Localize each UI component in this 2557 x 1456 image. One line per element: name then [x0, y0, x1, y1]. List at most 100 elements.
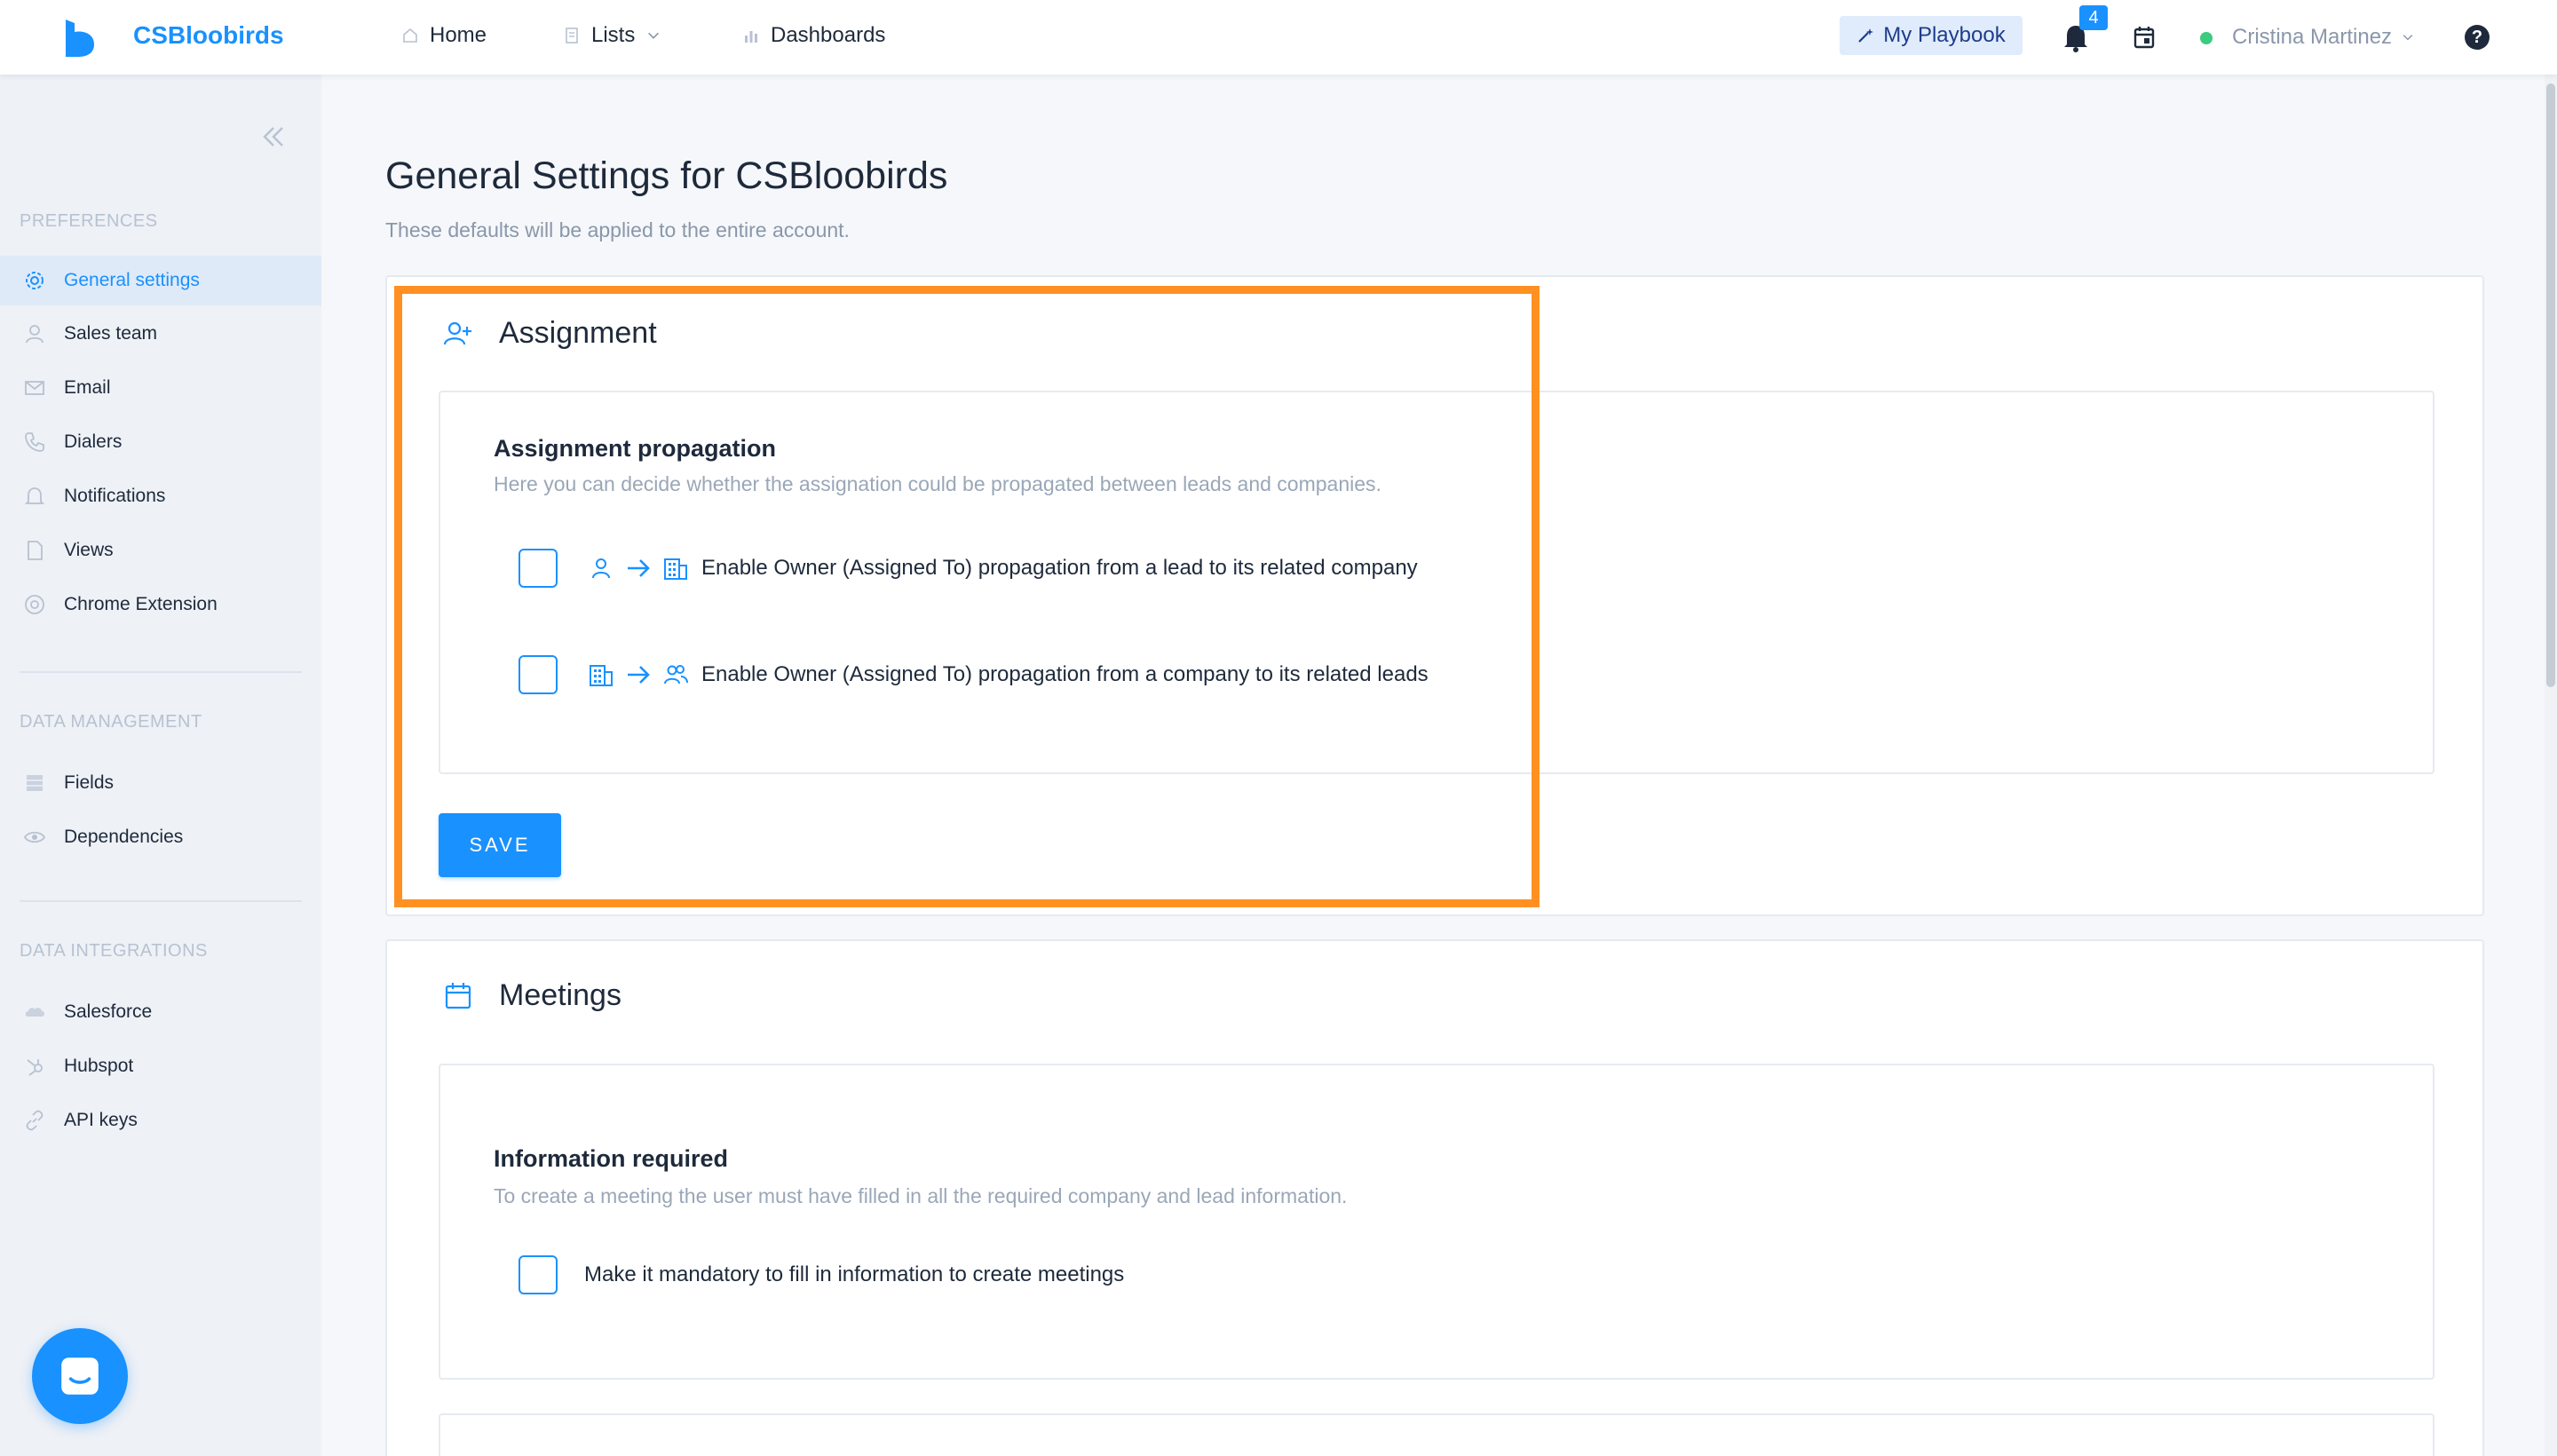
sidebar-item-general-settings[interactable]: General settings: [0, 256, 321, 305]
nav-lists-label: Lists: [591, 23, 636, 47]
brand-name[interactable]: CSBloobirds: [133, 21, 284, 50]
person-icon: [592, 558, 610, 579]
sidebar-item-label: Views: [64, 540, 114, 560]
nav-home[interactable]: Home: [401, 23, 487, 48]
chevron-down-icon: [2403, 35, 2413, 41]
save-button[interactable]: SAVE: [439, 813, 561, 877]
sidebar-item-notifications[interactable]: Notifications: [0, 471, 321, 521]
company-to-leads-label: Enable Owner (Assigned To) propagation f…: [701, 662, 1429, 686]
meetings-card: Meetings Information required To create …: [385, 939, 2484, 1456]
list-icon: [566, 28, 578, 44]
information-required-panel: Information required To create a meeting…: [439, 1064, 2434, 1380]
chrome-icon: [25, 595, 44, 614]
information-required-title: Information required: [494, 1145, 729, 1172]
sidebar-item-dependencies[interactable]: Dependencies: [0, 812, 321, 862]
sidebar-item-fields[interactable]: Fields: [0, 758, 321, 808]
my-playbook-button[interactable]: My Playbook: [1840, 16, 2023, 55]
chat-icon: [61, 1357, 99, 1395]
nav-dashboards-label: Dashboards: [771, 23, 886, 47]
sidebar-item-label: Chrome Extension: [64, 594, 218, 614]
sidebar-divider: [20, 671, 302, 673]
mail-icon: [25, 381, 44, 395]
sidebar-item-salesforce[interactable]: Salesforce: [0, 987, 321, 1037]
lead-to-company-icons: [588, 555, 689, 582]
assignment-card: Assignment Assignment propagation Here y…: [385, 275, 2484, 916]
mandatory-info-option[interactable]: Make it mandatory to fill in information…: [519, 1255, 1124, 1294]
user-icon: [26, 325, 44, 344]
information-required-description: To create a meeting the user must have f…: [494, 1184, 1348, 1207]
assignment-header: Assignment: [442, 316, 657, 351]
sidebar-item-label: Sales team: [64, 323, 158, 344]
people-icon: [664, 665, 688, 684]
nav-dashboards[interactable]: Dashboards: [742, 23, 885, 48]
company-to-leads-option[interactable]: Enable Owner (Assigned To) propagation f…: [519, 655, 1429, 694]
page-title: General Settings for CSBloobirds: [385, 154, 948, 197]
sidebar-item-hubspot[interactable]: Hubspot: [0, 1041, 321, 1091]
lead-to-company-checkbox[interactable]: [519, 549, 558, 588]
arrow-right-icon: [628, 559, 650, 577]
sidebar-item-sales-team[interactable]: Sales team: [0, 309, 321, 359]
document-icon: [28, 541, 43, 560]
lead-to-company-option[interactable]: Enable Owner (Assigned To) propagation f…: [519, 549, 1418, 588]
section-title-data-integrations: DATA INTEGRATIONS: [20, 941, 208, 961]
sidebar-item-api-keys[interactable]: API keys: [0, 1096, 321, 1145]
sidebar-item-label: Fields: [64, 772, 115, 793]
hubspot-icon: [27, 1059, 43, 1076]
eye-icon: [23, 831, 46, 843]
assignment-propagation-panel: Assignment propagation Here you can deci…: [439, 391, 2434, 774]
sidebar-item-label: Email: [64, 377, 111, 398]
nav-lists[interactable]: Lists: [563, 23, 661, 48]
mandatory-info-label: Make it mandatory to fill in information…: [584, 1262, 1125, 1286]
section-title-preferences: PREFERENCES: [20, 211, 158, 231]
sidebar-item-label: Dialers: [64, 431, 123, 452]
calendar-icon: [445, 982, 471, 1009]
sidebar-item-chrome-extension[interactable]: Chrome Extension: [0, 580, 321, 629]
page-subtitle: These defaults will be applied to the en…: [385, 218, 850, 241]
salesforce-cloud-icon: [25, 1008, 44, 1017]
chevron-down-icon: [648, 32, 660, 39]
arrow-right-icon: [628, 666, 650, 684]
user-add-icon: [443, 321, 471, 344]
magic-wand-icon: [1858, 28, 1874, 43]
nav-home-label: Home: [430, 23, 487, 47]
assignment-title: Assignment: [499, 316, 657, 350]
sidebar-item-label: Hubspot: [64, 1056, 134, 1076]
notification-count-badge: 4: [2079, 5, 2108, 30]
help-icon[interactable]: ?: [2465, 25, 2490, 50]
sidebar-item-views[interactable]: Views: [0, 526, 321, 575]
scrollbar-thumb[interactable]: [2546, 83, 2555, 687]
sidebar-item-label: Notifications: [64, 486, 166, 506]
next-settings-panel: [439, 1413, 2434, 1456]
meetings-title: Meetings: [499, 978, 621, 1012]
user-name: Cristina Martinez: [2232, 25, 2393, 49]
bloobirds-logo[interactable]: [62, 18, 98, 57]
top-bar: CSBloobirds Home Lists Dashboards My Pla…: [0, 0, 2557, 75]
sidebar-item-email[interactable]: Email: [0, 363, 321, 413]
assignment-propagation-description: Here you can decide whether the assignat…: [494, 472, 1381, 495]
user-menu[interactable]: Cristina Martinez: [2232, 25, 2415, 50]
bell-icon: [24, 487, 45, 504]
calendar-icon[interactable]: [2133, 25, 2156, 50]
company-to-leads-checkbox[interactable]: [519, 655, 558, 694]
chat-launcher-button[interactable]: [32, 1328, 128, 1424]
sidebar-item-dialers[interactable]: Dialers: [0, 417, 321, 467]
sidebar-divider: [20, 900, 302, 902]
section-title-data-management: DATA MANAGEMENT: [20, 712, 202, 732]
sidebar-item-label: General settings: [64, 270, 200, 290]
building-icon: [664, 558, 687, 580]
my-playbook-label: My Playbook: [1883, 23, 2006, 47]
assignment-propagation-title: Assignment propagation: [494, 435, 777, 462]
fields-icon: [27, 775, 43, 791]
gear-icon: [26, 272, 44, 289]
sidebar-item-label: API keys: [64, 1110, 138, 1130]
building-icon: [590, 665, 613, 686]
online-status-dot: [2200, 32, 2213, 44]
collapse-sidebar-icon[interactable]: [257, 121, 289, 153]
lead-to-company-label: Enable Owner (Assigned To) propagation f…: [701, 556, 1418, 580]
mandatory-info-checkbox[interactable]: [519, 1255, 558, 1294]
sidebar-item-label: Salesforce: [64, 1001, 153, 1022]
phone-icon: [25, 432, 44, 452]
link-icon: [26, 1110, 44, 1131]
sidebar: PREFERENCES General settings Sales team …: [0, 75, 321, 1456]
meetings-header: Meetings: [442, 978, 621, 1013]
